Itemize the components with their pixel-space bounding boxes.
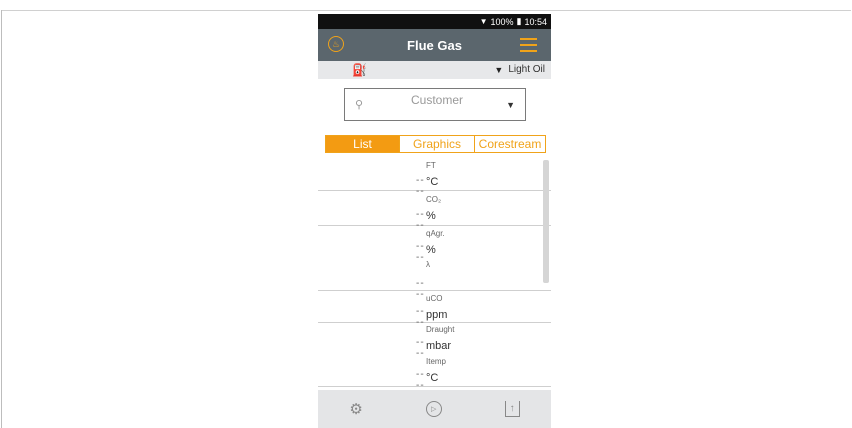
fuel-bar: ⛽ ▼ Light Oil — [318, 61, 551, 79]
list-item[interactable]: qAgr. ---- % λ ---- — [318, 226, 551, 300]
device-screen: ▼ 100% ▮ 10:54 ♨ Flue Gas ⛽ ▼ Light Oil … — [318, 14, 551, 428]
parameter-unit: % — [426, 210, 436, 222]
fuel-dropdown[interactable]: ▼ Light Oil — [494, 64, 545, 75]
tab-graphics[interactable]: Graphics — [399, 136, 474, 152]
customer-select[interactable]: ⚲ Customer ▼ — [344, 88, 526, 121]
parameter-unit: °C — [426, 372, 439, 384]
scrollbar[interactable] — [543, 160, 549, 283]
list-item[interactable]: uCO ---- ppm — [318, 291, 551, 328]
status-bar: ▼ 100% ▮ 10:54 — [318, 14, 551, 29]
parameter-list[interactable]: FT ---- °C CO₂ ---- % qAgr. ---- % λ ---… — [318, 158, 551, 390]
parameter-name: uCO — [426, 294, 443, 303]
parameter-unit: ppm — [426, 309, 448, 321]
play-icon[interactable]: ▷ — [425, 401, 442, 417]
page-title: Flue Gas — [407, 37, 462, 53]
parameter-unit: °C — [426, 176, 439, 188]
list-item[interactable]: CO₂ ---- % — [318, 191, 551, 231]
parameter-name: λ — [426, 260, 430, 269]
parameter-unit: mbar — [426, 340, 452, 352]
menu-icon[interactable] — [520, 38, 537, 52]
fuel-selected: Light Oil — [508, 64, 545, 75]
parameter-value: ---- — [416, 241, 425, 263]
settings-gear-icon[interactable]: ⚙ — [349, 400, 362, 418]
wifi-icon: ▼ — [479, 17, 488, 26]
battery-level: 100% — [490, 16, 514, 27]
tab-list[interactable]: List — [326, 136, 399, 152]
parameter-name: qAgr. — [426, 229, 445, 238]
dropdown-triangle-icon: ▼ — [494, 64, 504, 75]
person-icon: ⚲ — [355, 99, 364, 111]
parameter-name: FT — [426, 161, 436, 170]
clock: 10:54 — [524, 16, 547, 27]
export-icon[interactable]: ↑ — [504, 401, 520, 417]
bottom-toolbar: ⚙ ▷ ↑ — [318, 390, 551, 428]
list-item[interactable]: FT ---- °C — [318, 158, 551, 197]
parameter-name: Draught — [426, 325, 455, 334]
view-tabs: List Graphics Corestream — [325, 135, 546, 153]
app-bar: ♨ Flue Gas — [318, 29, 551, 61]
battery-icon: ▮ — [516, 16, 522, 26]
chevron-down-icon: ▼ — [506, 100, 515, 110]
flame-icon[interactable]: ♨ — [328, 36, 344, 52]
frame-top-border — [1, 10, 851, 11]
parameter-name: Itemp — [426, 357, 447, 366]
parameter-name: CO₂ — [426, 195, 442, 204]
customer-placeholder: Customer — [411, 93, 464, 107]
tab-corestream[interactable]: Corestream — [474, 136, 545, 152]
frame-left-border — [1, 10, 2, 428]
fuel-edit-icon[interactable]: ⛽ — [352, 63, 367, 77]
parameter-value: ---- — [416, 369, 425, 390]
parameter-unit: % — [426, 244, 436, 256]
parameter-value: ---- — [416, 337, 425, 359]
list-item[interactable]: Draught ---- mbar Itemp ---- °C — [318, 323, 551, 390]
